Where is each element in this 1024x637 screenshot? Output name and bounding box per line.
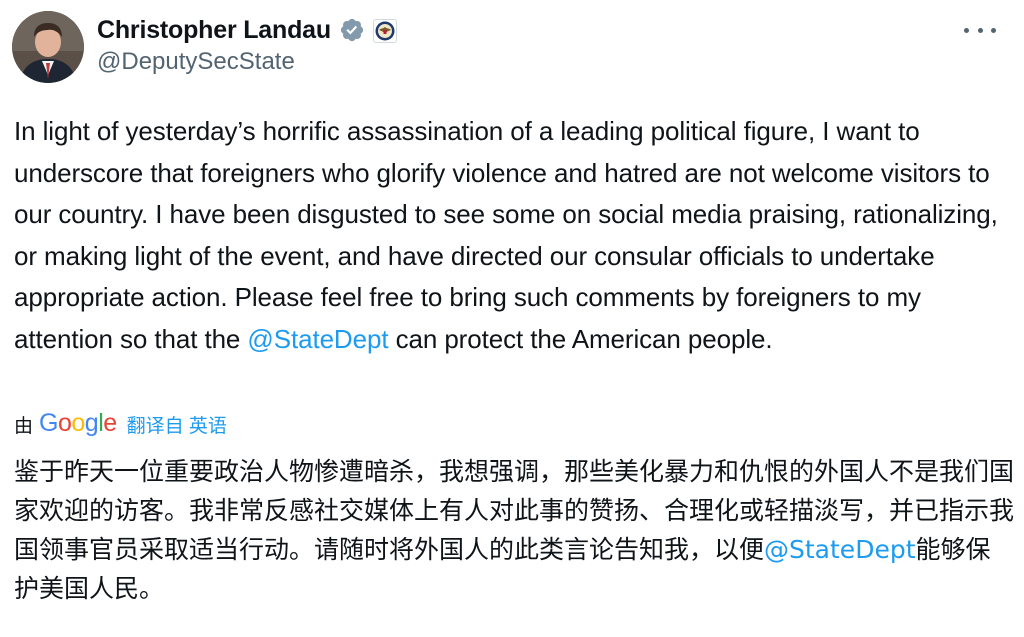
more-horizontal-icon: [964, 27, 969, 33]
tweet-text-part: In light of yesterday’s horrific assassi…: [14, 116, 998, 354]
more-horizontal-icon: [991, 27, 996, 33]
translated-from-link[interactable]: 翻译自 英语: [127, 411, 227, 438]
author-handle[interactable]: @DeputySecState: [97, 48, 295, 76]
state-department-seal-icon[interactable]: [372, 19, 397, 43]
tweet-text-part: can protect the American people.: [388, 323, 773, 354]
avatar[interactable]: [12, 11, 84, 83]
translation-attribution: 由 Google 翻译自 英语: [14, 408, 227, 440]
tweet: Christopher Landau @DeputySecState In li…: [0, 0, 1024, 637]
translated-by-label: 由: [14, 415, 34, 437]
more-horizontal-icon: [977, 27, 983, 33]
author-display-name[interactable]: Christopher Landau: [97, 16, 331, 45]
translated-text: 鉴于昨天一位重要政治人物惨遭暗杀，我想强调，那些美化暴力和仇恨的外国人不是我们国…: [14, 452, 1014, 608]
google-logo: Google: [39, 408, 117, 437]
translated-mention-link[interactable]: @StateDept: [764, 535, 915, 564]
mention-link[interactable]: @StateDept: [247, 324, 388, 354]
tweet-text: In light of yesterday’s horrific assassi…: [14, 111, 1014, 361]
verified-badge-icon[interactable]: [339, 17, 365, 43]
author-name-row: Christopher Landau: [97, 12, 397, 48]
more-options-button[interactable]: [964, 18, 996, 42]
